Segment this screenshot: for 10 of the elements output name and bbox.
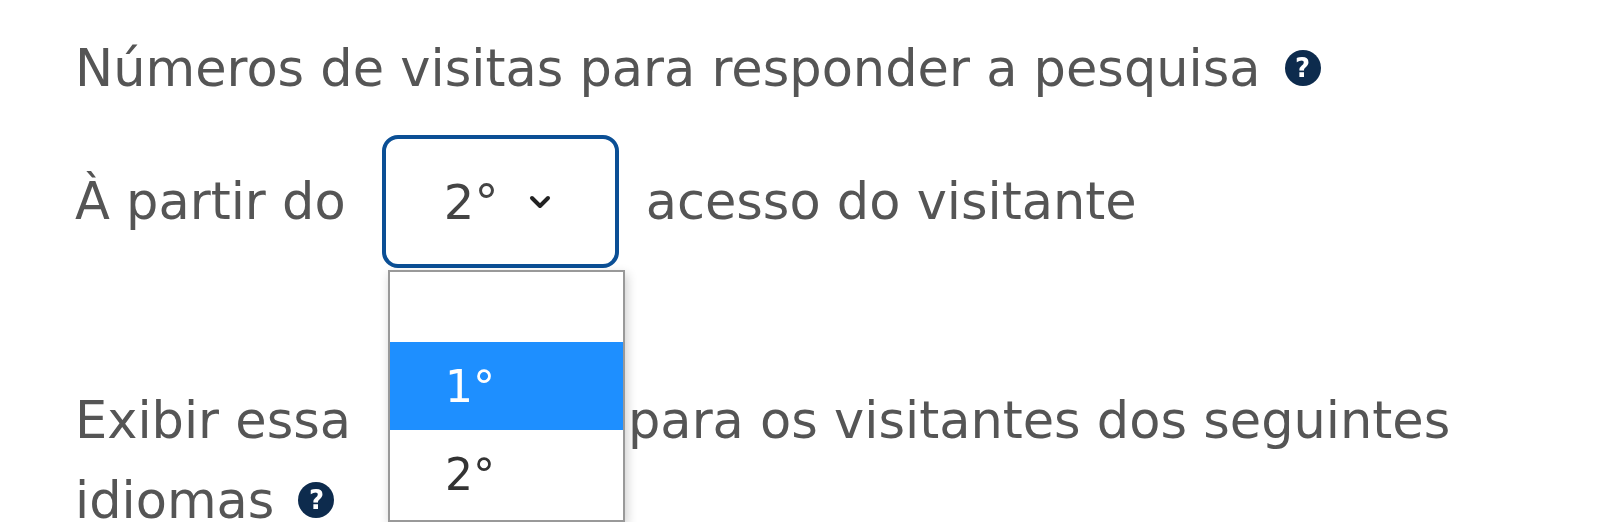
dropdown-option[interactable]: 2°: [390, 430, 623, 518]
languages-label: idiomas: [75, 470, 275, 522]
languages-label: para os visitantes dos seguintes: [628, 390, 1451, 450]
suffix-label: acesso do visitante: [645, 172, 1137, 231]
question-label: Números de visitas para responder a pesquisa: [75, 38, 1261, 98]
help-icon[interactable]: ?: [298, 482, 335, 518]
visit-select[interactable]: 2°: [381, 135, 619, 268]
prefix-label: À partir do: [75, 172, 346, 231]
languages-label: Exibir essa: [75, 390, 353, 450]
help-icon[interactable]: ?: [1284, 50, 1321, 86]
